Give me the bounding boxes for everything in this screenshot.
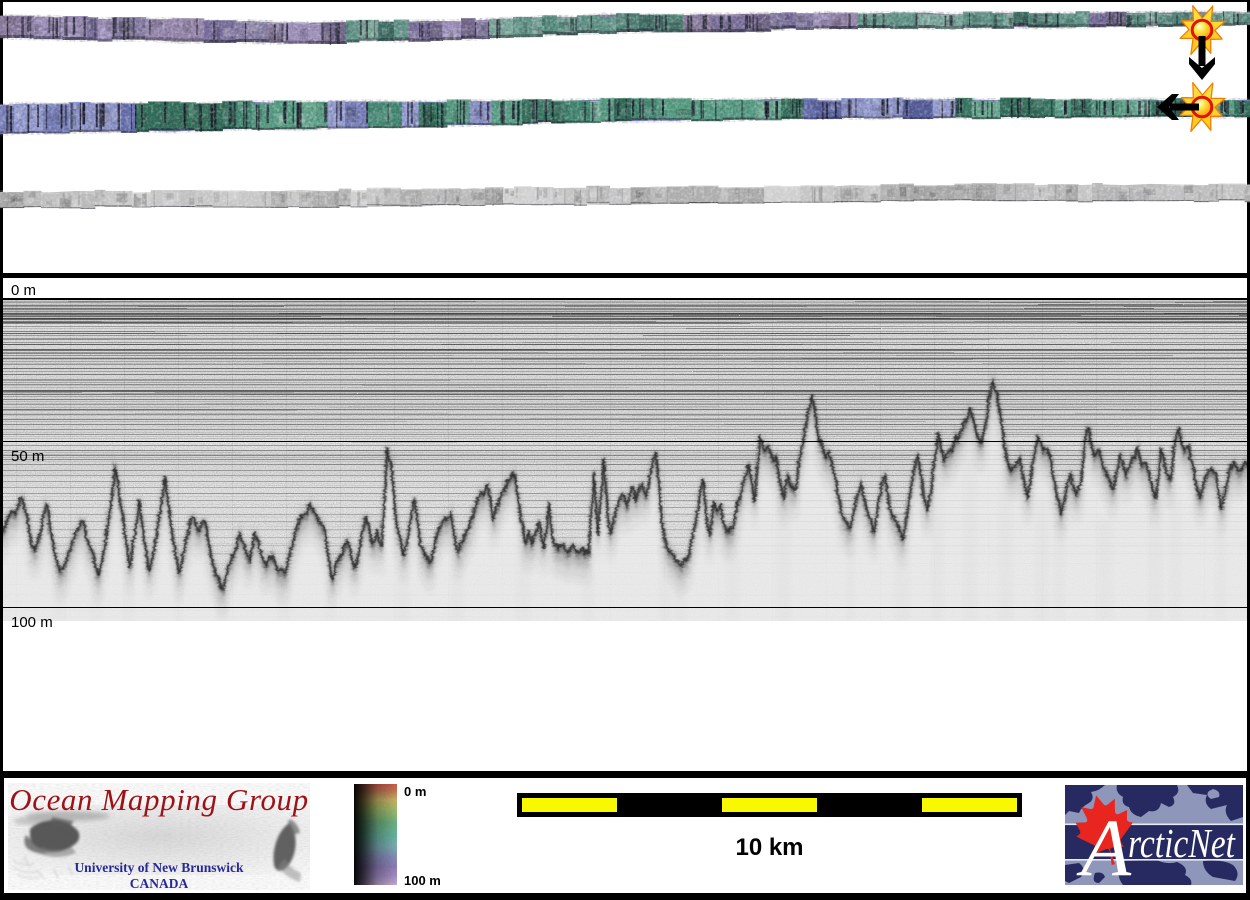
svg-text:A: A [1076, 802, 1132, 885]
svg-text:rcticNet: rcticNet [1128, 820, 1236, 866]
